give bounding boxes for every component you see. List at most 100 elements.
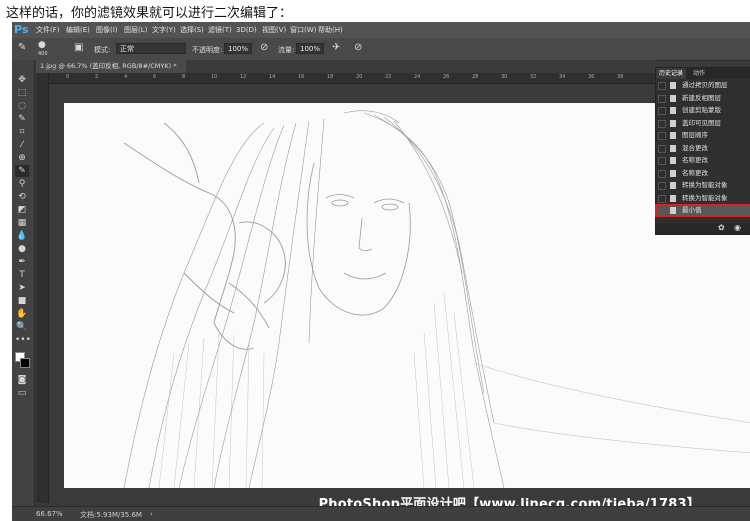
brush-size-value: 400: [38, 51, 48, 57]
pressure-opacity-icon[interactable]: ⊘: [260, 42, 268, 53]
menu-3d[interactable]: 3D(D): [236, 22, 257, 38]
quick-mask-icon[interactable]: ◙: [15, 374, 29, 386]
brush-tool-icon[interactable]: ✎: [15, 165, 29, 177]
ruler-tick-label: 28: [472, 74, 479, 80]
mode-select[interactable]: 正常: [116, 43, 186, 54]
history-checkbox[interactable]: [658, 94, 666, 103]
history-item-label: 图层顺序: [682, 131, 708, 139]
eyedropper-tool-icon[interactable]: ⁄: [15, 139, 29, 151]
history-item-label: 名称更改: [682, 168, 708, 177]
history-checkbox[interactable]: [658, 107, 666, 115]
marquee-tool-icon[interactable]: ⬚: [15, 87, 29, 99]
quick-select-tool-icon[interactable]: ✎: [15, 113, 29, 125]
menu-view[interactable]: 视图(V): [262, 22, 286, 38]
opacity-input[interactable]: 100%: [224, 43, 252, 54]
history-item[interactable]: 盖印可见图层: [656, 118, 750, 129]
healing-tool-icon[interactable]: ⊕: [15, 152, 29, 164]
history-checkbox[interactable]: [658, 169, 666, 178]
document-tabs: 1.jpg @ 66.7% (盖印反相, RGB/8#/CMYK) *: [36, 60, 656, 73]
mode-label: 模式:: [94, 46, 111, 54]
menu-image[interactable]: 图像(I): [96, 22, 118, 38]
history-item[interactable]: 通过拷贝的图层: [656, 80, 750, 91]
history-item[interactable]: 转换为智能对象: [656, 180, 750, 191]
menu-filter[interactable]: 滤镜(T): [208, 22, 232, 38]
document-size: 文档:5.93M/35.6M: [80, 511, 142, 519]
history-item[interactable]: 创建剪贴蒙版: [656, 105, 750, 116]
camera-icon[interactable]: ◉: [734, 223, 741, 232]
airbrush-icon[interactable]: ✈: [332, 42, 340, 53]
history-checkbox[interactable]: [658, 182, 666, 190]
history-checkbox[interactable]: [658, 119, 666, 128]
pen-tool-icon[interactable]: ✒: [15, 256, 29, 268]
history-item-label: 转换为智能对象: [682, 181, 728, 189]
history-state-icon: [670, 132, 676, 139]
ruler-tick-label: 30: [501, 74, 508, 80]
menu-layer[interactable]: 图层(L): [124, 22, 147, 38]
status-menu-arrow-icon[interactable]: ›: [150, 510, 153, 518]
ruler-tick-label: 10: [211, 74, 218, 80]
history-item-label: 盖印可见图层: [682, 118, 721, 127]
ruler-tick-label: 36: [588, 74, 595, 80]
document-tab[interactable]: 1.jpg @ 66.7% (盖印反相, RGB/8#/CMYK) *: [36, 60, 186, 73]
crop-tool-icon[interactable]: ⌗: [15, 126, 29, 138]
more-tools-icon[interactable]: •••: [15, 334, 31, 346]
history-item-label: 最小值: [682, 206, 702, 214]
type-tool-icon[interactable]: T: [15, 269, 29, 281]
ruler-tick-label: 32: [530, 74, 537, 80]
history-checkbox[interactable]: [658, 194, 666, 203]
dodge-tool-icon[interactable]: ●: [15, 243, 29, 255]
path-select-tool-icon[interactable]: ➤: [15, 282, 29, 294]
ruler-tick-label: 2: [95, 74, 99, 80]
history-checkbox[interactable]: [658, 144, 666, 153]
image-canvas[interactable]: [64, 103, 750, 488]
history-checkbox[interactable]: [658, 207, 666, 215]
menu-select[interactable]: 选择(S): [180, 22, 204, 38]
history-state-icon: [670, 182, 676, 189]
screen-mode-icon[interactable]: ▭: [15, 387, 29, 399]
hand-tool-icon[interactable]: ✋: [15, 308, 29, 320]
brush-panel-icon[interactable]: ▣: [74, 42, 83, 53]
menu-type[interactable]: 文字(Y): [152, 22, 176, 38]
ruler-tick-label: 22: [385, 74, 392, 80]
pressure-size-icon[interactable]: ⊘: [354, 42, 362, 53]
menu-window[interactable]: 窗口(W): [290, 22, 316, 38]
history-brush-tool-icon[interactable]: ⟲: [15, 191, 29, 203]
history-checkbox[interactable]: [658, 82, 666, 90]
horizontal-ruler: 0 2 4 6 8 10 12 14 16 18 20 22 24 26 28 30 32 34 36 38: [48, 73, 656, 84]
menu-help[interactable]: 帮助(H): [318, 22, 343, 38]
history-state-icon: [670, 107, 676, 114]
background-color-swatch[interactable]: [20, 358, 30, 368]
history-item[interactable]: 最小值: [655, 204, 750, 217]
tab-actions[interactable]: 动作: [690, 68, 708, 79]
flow-label: 流量:: [278, 46, 295, 54]
ruler-tick-label: 6: [153, 74, 157, 80]
new-snapshot-icon[interactable]: ✿: [718, 223, 725, 232]
brush-tool-icon[interactable]: ✎: [18, 42, 26, 53]
history-item-label: 转换为智能对象: [682, 193, 728, 202]
menu-edit[interactable]: 编辑(E): [66, 22, 90, 38]
history-item[interactable]: 名称更改: [656, 155, 750, 166]
brush-preset-icon[interactable]: ●: [38, 40, 46, 50]
move-tool-icon[interactable]: ✥: [15, 74, 29, 86]
flow-input[interactable]: 100%: [296, 43, 324, 54]
status-bar: 66.67% 文档:5.93M/35.6M ›: [12, 506, 750, 521]
menu-file[interactable]: 文件(F): [36, 22, 60, 38]
zoom-tool-icon[interactable]: 🔍: [15, 321, 29, 333]
lasso-tool-icon[interactable]: ◌: [15, 100, 29, 112]
tab-history[interactable]: 历史记录: [656, 68, 687, 79]
zoom-level[interactable]: 66.67%: [36, 510, 63, 518]
stamp-tool-icon[interactable]: ⚲: [15, 178, 29, 190]
history-item[interactable]: 图层顺序: [656, 130, 750, 141]
history-item[interactable]: 混合更改: [656, 143, 750, 154]
gradient-tool-icon[interactable]: ▦: [15, 217, 29, 229]
eraser-tool-icon[interactable]: ◩: [15, 204, 29, 216]
ruler-tick-label: 8: [182, 74, 186, 80]
shape-tool-icon[interactable]: ■: [15, 295, 29, 307]
history-item[interactable]: 新建反相图层: [656, 93, 750, 104]
history-checkbox[interactable]: [658, 132, 666, 140]
history-checkbox[interactable]: [658, 157, 666, 165]
history-item[interactable]: 转换为智能对象: [656, 193, 750, 204]
menu-bar: Ps 文件(F) 编辑(E) 图像(I) 图层(L) 文字(Y) 选择(S) 滤…: [12, 22, 750, 38]
history-item[interactable]: 名称更改: [656, 168, 750, 179]
blur-tool-icon[interactable]: 💧: [15, 230, 29, 242]
